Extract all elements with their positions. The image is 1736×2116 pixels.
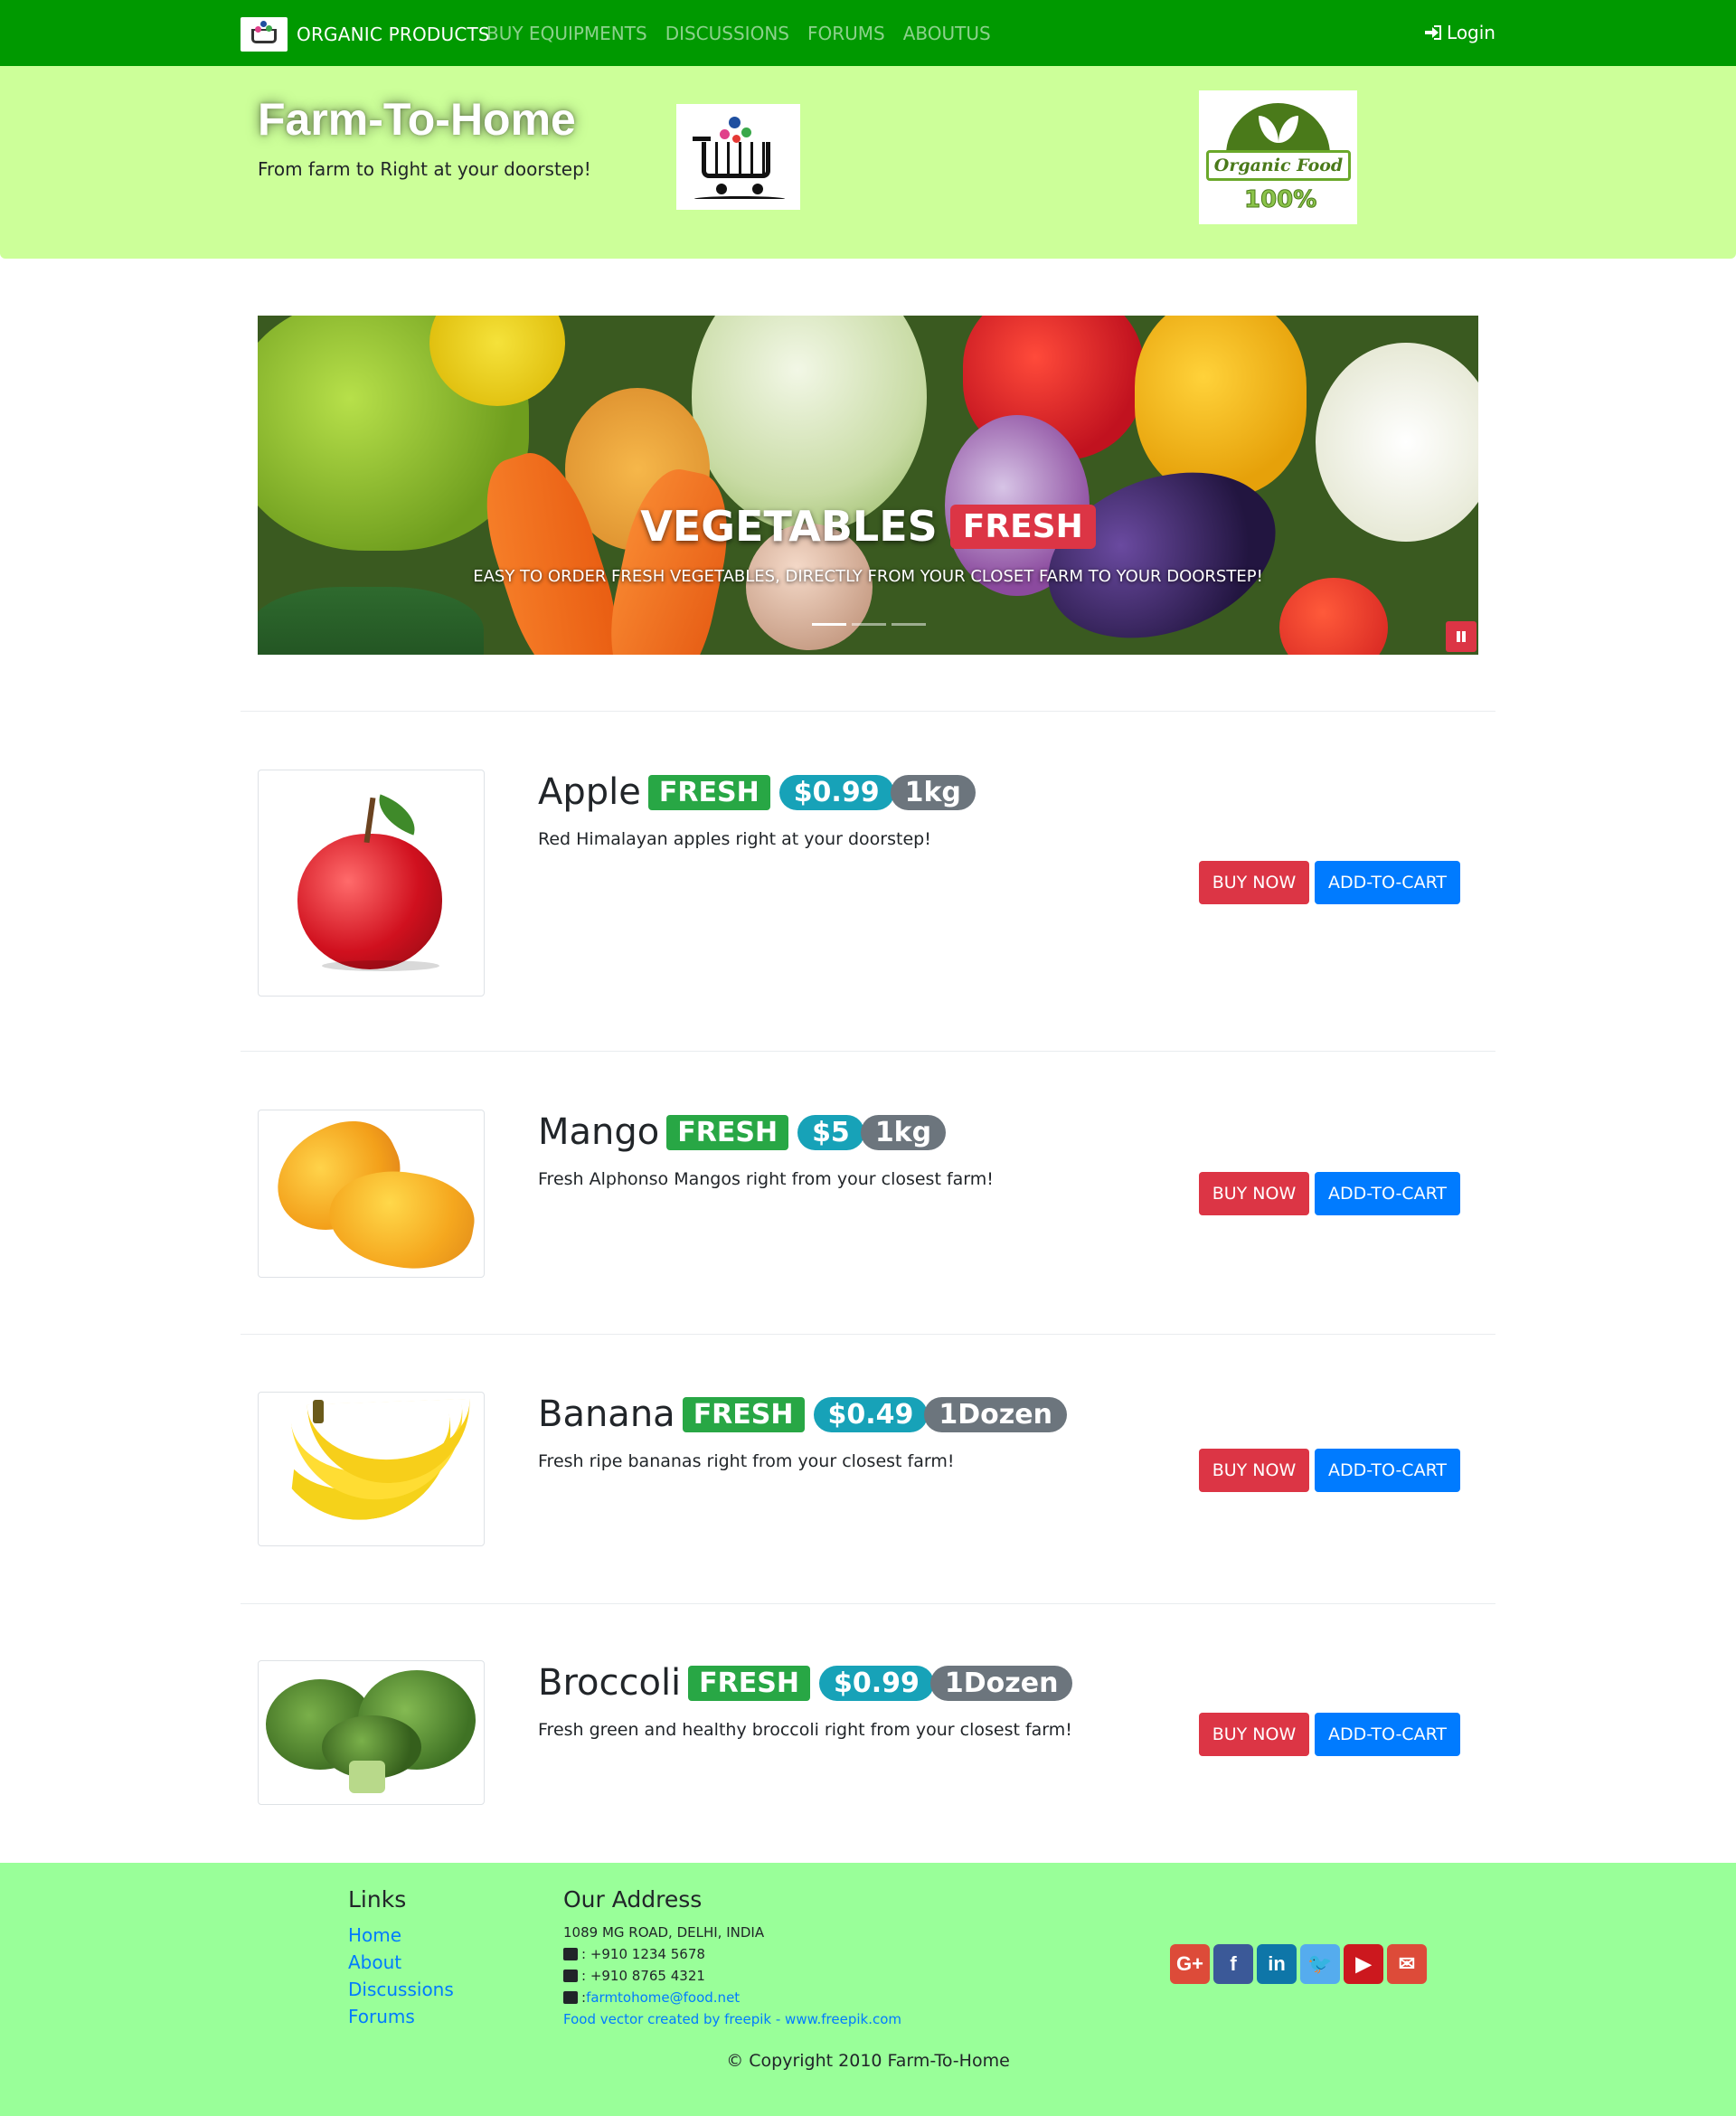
footer-email: : farmtohome@food.net	[563, 1989, 740, 2006]
fax-icon	[563, 1970, 578, 1982]
price-badge: $0.99	[818, 1665, 934, 1701]
fresh-badge: FRESH	[647, 774, 770, 810]
brand-link[interactable]: ORGANIC PRODUCTS	[241, 17, 490, 52]
product-name: Banana	[538, 1393, 675, 1435]
buy-now-button[interactable]: BUY NOW	[1199, 1172, 1309, 1215]
product-description: Fresh Alphonso Mangos right from your cl…	[538, 1169, 994, 1189]
product-heading: Banana FRESH $0.49 1Dozen	[538, 1393, 1067, 1435]
carousel-caption: VEGETABLES FRESH	[258, 502, 1478, 551]
divider	[241, 1051, 1495, 1052]
product-banana: Banana FRESH $0.49 1Dozen Fresh ripe ban…	[258, 1392, 1478, 1546]
price-badge: $0.99	[778, 774, 894, 810]
add-to-cart-button[interactable]: ADD-TO-CART	[1315, 1172, 1460, 1215]
product-heading: Mango FRESH $5 1kg	[538, 1111, 947, 1153]
envelope-icon	[563, 1991, 578, 2004]
navbar: ORGANIC PRODUCTS BUY EQUIPMENTS DISCUSSI…	[0, 0, 1736, 66]
site-title: Farm-To-Home	[258, 94, 576, 145]
carousel-indicator-1[interactable]	[812, 623, 846, 626]
mail-icon[interactable]: ✉	[1387, 1944, 1427, 1984]
buy-now-button[interactable]: BUY NOW	[1199, 861, 1309, 904]
product-mango: Mango FRESH $5 1kg Fresh Alphonso Mangos…	[258, 1110, 1478, 1278]
carousel-text: EASY TO ORDER FRESH VEGETABLES, DIRECTLY…	[473, 567, 1263, 586]
divider	[241, 1334, 1495, 1335]
social-links: G+ f in 🐦 ▶ ✉	[1170, 1944, 1430, 1984]
add-to-cart-button[interactable]: ADD-TO-CART	[1315, 1713, 1460, 1756]
product-broccoli: Broccoli FRESH $0.99 1Dozen Fresh green …	[258, 1660, 1478, 1805]
banana-image	[258, 1392, 485, 1546]
organic-percent-label: 100%	[1244, 186, 1317, 214]
carousel-indicators	[809, 623, 929, 626]
footer-fax: : +910 8765 4321	[563, 1968, 705, 1984]
twitter-icon[interactable]: 🐦	[1300, 1944, 1340, 1984]
facebook-icon[interactable]: f	[1213, 1944, 1253, 1984]
unit-badge: 1Dozen	[924, 1396, 1067, 1432]
add-to-cart-button[interactable]: ADD-TO-CART	[1315, 1449, 1460, 1492]
price-badge: $5	[797, 1114, 864, 1150]
fresh-badge: FRESH	[688, 1665, 810, 1701]
mango-image	[258, 1110, 485, 1278]
divider	[241, 711, 1495, 712]
brand-text[interactable]: ORGANIC PRODUCTS	[297, 24, 490, 45]
product-description: Red Himalayan apples right at your doors…	[538, 829, 931, 849]
unit-badge: 1kg	[860, 1114, 947, 1150]
nav-link-aboutus[interactable]: ABOUTUS	[903, 23, 991, 44]
nav-link-forums[interactable]: FORUMS	[807, 23, 885, 44]
sign-in-icon	[1425, 25, 1442, 40]
unit-badge: 1kg	[890, 774, 976, 810]
product-heading: Broccoli FRESH $0.99 1Dozen	[538, 1662, 1073, 1704]
login-label: Login	[1447, 22, 1495, 43]
linkedin-icon[interactable]: in	[1257, 1944, 1297, 1984]
unit-badge: 1Dozen	[929, 1665, 1073, 1701]
shopping-cart-logo	[676, 104, 800, 210]
site-tagline: From farm to Right at your doorstep!	[258, 158, 591, 180]
buy-now-button[interactable]: BUY NOW	[1199, 1713, 1309, 1756]
login-link[interactable]: Login	[1425, 22, 1495, 43]
pause-icon[interactable]	[1446, 621, 1477, 652]
product-name: Broccoli	[538, 1662, 682, 1704]
product-description: Fresh green and healthy broccoli right f…	[538, 1720, 1072, 1740]
fresh-badge: FRESH	[666, 1114, 789, 1150]
footer-link-forums[interactable]: Forums	[348, 2006, 415, 2027]
nav-links: BUY EQUIPMENTS DISCUSSIONS FORUMS ABOUTU…	[486, 23, 1009, 44]
footer-fax-number: : +910 8765 4321	[581, 1968, 705, 1984]
carousel-indicator-3[interactable]	[892, 623, 926, 626]
footer-address: 1089 MG ROAD, DELHI, INDIA	[563, 1924, 765, 1941]
add-to-cart-button[interactable]: ADD-TO-CART	[1315, 861, 1460, 904]
product-apple: Apple FRESH $0.99 1kg Red Himalayan appl…	[258, 770, 1478, 997]
product-name: Mango	[538, 1111, 660, 1153]
footer-phone: : +910 1234 5678	[563, 1946, 705, 1962]
hero-carousel[interactable]: VEGETABLES FRESH EASY TO ORDER FRESH VEG…	[258, 316, 1478, 655]
nav-link-discussions[interactable]: DISCUSSIONS	[665, 23, 789, 44]
footer-link-discussions[interactable]: Discussions	[348, 1979, 454, 2000]
nav-link-buy-equipments[interactable]: BUY EQUIPMENTS	[486, 23, 647, 44]
broccoli-image	[258, 1660, 485, 1805]
apple-image	[258, 770, 485, 997]
jumbotron: Farm-To-Home From farm to Right at your …	[0, 66, 1736, 259]
carousel-title: VEGETABLES	[640, 502, 938, 551]
organic-food-logo: Organic Food 100%	[1199, 90, 1357, 224]
copyright: © Copyright 2010 Farm-To-Home	[726, 2051, 1010, 2071]
fresh-badge: FRESH	[682, 1396, 805, 1432]
footer-email-link[interactable]: farmtohome@food.net	[586, 1989, 740, 2006]
footer-phone-number: : +910 1234 5678	[581, 1946, 705, 1962]
phone-icon	[563, 1948, 578, 1960]
google-plus-icon[interactable]: G+	[1170, 1944, 1210, 1984]
freepik-credit-link[interactable]: Food vector created by freepik - www.fre…	[563, 2011, 901, 2027]
product-description: Fresh ripe bananas right from your close…	[538, 1451, 955, 1471]
product-name: Apple	[538, 771, 641, 813]
buy-now-button[interactable]: BUY NOW	[1199, 1449, 1309, 1492]
organic-food-label: Organic Food	[1206, 150, 1351, 181]
carousel-indicator-2[interactable]	[852, 623, 886, 626]
footer-address-heading: Our Address	[563, 1886, 703, 1913]
youtube-icon[interactable]: ▶	[1344, 1944, 1383, 1984]
footer-link-about[interactable]: About	[348, 1951, 401, 1973]
footer-link-home[interactable]: Home	[348, 1924, 401, 1946]
brand-logo-icon	[241, 17, 288, 52]
product-heading: Apple FRESH $0.99 1kg	[538, 771, 976, 813]
divider	[241, 1603, 1495, 1604]
carousel-fresh-badge: FRESH	[949, 504, 1096, 549]
footer	[0, 1863, 1736, 2116]
price-badge: $0.49	[813, 1396, 929, 1432]
footer-links-heading: Links	[348, 1886, 407, 1913]
